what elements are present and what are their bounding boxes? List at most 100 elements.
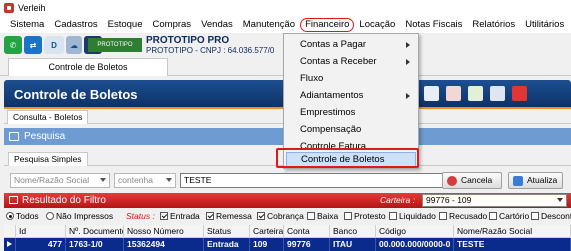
cancel-button[interactable]: Cancela <box>442 172 502 189</box>
menu-item-contas-a-receber[interactable]: Contas a Receber <box>284 53 418 70</box>
checkbox-remessa[interactable]: Remessa <box>206 211 252 221</box>
menu-item-fluxo[interactable]: Fluxo <box>284 70 418 87</box>
tab-pesquisa-simples[interactable]: Pesquisa Simples <box>8 152 88 166</box>
checkbox-baixa-label: Baixa <box>317 211 339 221</box>
checkbox-indicator <box>160 212 168 220</box>
col-status[interactable]: Status <box>204 225 250 238</box>
filter-row: Todos Não Impressos Status : Entrada Rem… <box>6 210 571 224</box>
refresh-button[interactable]: Atualiza <box>508 172 563 189</box>
checkbox-liquidado[interactable]: Liquidado <box>389 211 436 221</box>
cell-nome: TESTE <box>454 238 571 251</box>
company-info: PROTOTIPO PROTOTIPO PRO PROTOTIPO - CNPJ… <box>88 33 288 57</box>
cell-carteira: 109 <box>250 238 284 251</box>
chevron-down-icon <box>166 178 172 182</box>
radio-todos[interactable]: Todos <box>6 211 39 221</box>
cell-nosso-numero: 15362494 <box>124 238 204 251</box>
checkbox-cobranca-label: Cobrança <box>267 211 304 221</box>
menu-estoque[interactable]: Estoque <box>103 17 148 32</box>
pdf-icon[interactable] <box>446 86 461 101</box>
window-title: Verleih <box>18 3 46 13</box>
checkbox-indicator <box>344 212 352 220</box>
col-conta[interactable]: Conta <box>284 225 330 238</box>
menu-item-contas-a-pagar[interactable]: Contas a Pagar <box>284 36 418 53</box>
new-document-icon[interactable] <box>424 86 439 101</box>
menu-item-label: Adiantamentos <box>300 90 364 101</box>
checkbox-baixa[interactable]: Baixa <box>307 211 338 221</box>
checkbox-indicator <box>307 212 315 220</box>
checkbox-recusado[interactable]: Recusado <box>439 211 487 221</box>
checkbox-entrada-label: Entrada <box>170 211 200 221</box>
selection-highlight <box>276 148 419 168</box>
checkbox-protesto[interactable]: Protesto <box>344 211 386 221</box>
results-bar[interactable]: Resultado do Filtro Carteira : 99776 - 1… <box>4 193 571 208</box>
checkbox-indicator <box>439 212 447 220</box>
tab-consulta-boletos[interactable]: Consulta - Boletos <box>7 110 89 124</box>
grid-indicator-header <box>4 225 16 238</box>
checkbox-indicator <box>389 212 397 220</box>
table-row[interactable]: 477 1763-1/0 15362494 Entrada 109 99776 … <box>4 238 571 251</box>
col-carteira[interactable]: Carteira <box>250 225 284 238</box>
chevron-right-icon <box>406 59 410 65</box>
radio-nao-impressos[interactable]: Não Impressos <box>46 211 113 221</box>
app-icon <box>4 3 14 13</box>
menu-item-label: Compensação <box>300 124 362 135</box>
menu-item-adiantamentos[interactable]: Adiantamentos <box>284 87 418 104</box>
panel-icon <box>9 196 18 204</box>
tab-controle-de-boletos[interactable]: Controle de Boletos <box>8 58 168 76</box>
whatsapp-icon[interactable]: ✆ <box>4 36 22 54</box>
cancel-button-label: Cancela <box>461 175 493 185</box>
col-id[interactable]: Id <box>16 225 66 238</box>
search-icon[interactable] <box>490 86 505 101</box>
status-label: Status : <box>126 211 155 221</box>
menu-locacao[interactable]: Locação <box>354 17 400 32</box>
menu-item-emprestimos[interactable]: Emprestimos <box>284 104 418 121</box>
search-row: Nome/Razão Social contenha TESTE Cancela… <box>10 172 565 189</box>
menu-utilitarios[interactable]: Utilitários <box>520 17 569 32</box>
close-icon[interactable] <box>512 86 527 101</box>
col-codigo[interactable]: Código <box>376 225 454 238</box>
menu-manutencao[interactable]: Manutenção <box>238 17 300 32</box>
checkbox-entrada[interactable]: Entrada <box>160 211 200 221</box>
col-banco[interactable]: Banco <box>330 225 376 238</box>
checkbox-desconto[interactable]: Desconto <box>531 211 571 221</box>
menu-item-label: Emprestimos <box>300 107 356 118</box>
menu-cadastros[interactable]: Cadastros <box>49 17 102 32</box>
checkbox-remessa-label: Remessa <box>216 211 252 221</box>
operator-select[interactable]: contenha <box>114 173 176 188</box>
teamviewer-icon[interactable]: ⇄ <box>24 36 42 54</box>
panel-icon <box>9 132 19 141</box>
radio-indicator <box>6 212 14 220</box>
menu-sistema[interactable]: Sistema <box>5 17 49 32</box>
menu-vendas[interactable]: Vendas <box>196 17 238 32</box>
row-indicator <box>4 238 16 251</box>
refresh-button-label: Atualiza <box>527 175 558 185</box>
cell-codigo: 00.000.000/0000-0 <box>376 238 454 251</box>
edit-icon[interactable] <box>468 86 483 101</box>
carteira-select-value: 99776 - 109 <box>426 195 472 205</box>
dio-icon[interactable]: D <box>44 36 64 54</box>
col-documento[interactable]: Nº. Documento <box>66 225 124 238</box>
checkbox-liquidado-label: Liquidado <box>399 211 436 221</box>
col-nome[interactable]: Nome/Razão Social <box>454 225 571 238</box>
chevron-down-icon <box>100 178 106 182</box>
radio-todos-label: Todos <box>16 211 39 221</box>
search-input[interactable]: TESTE <box>180 173 446 188</box>
pesquisa-title: Pesquisa <box>24 131 66 142</box>
field-select-value: Nome/Razão Social <box>14 175 90 185</box>
cell-conta: 99776 <box>284 238 330 251</box>
menu-financeiro[interactable]: Financeiro <box>300 17 355 32</box>
carteira-select[interactable]: 99776 - 109 <box>422 194 567 207</box>
company-name: PROTOTIPO PRO <box>146 35 230 46</box>
col-nosso-numero[interactable]: Nosso Número <box>124 225 204 238</box>
boletos-grid: Id Nº. Documento Nosso Número Status Car… <box>4 224 571 251</box>
menu-notas-fiscais[interactable]: Notas Fiscais <box>400 17 467 32</box>
field-select[interactable]: Nome/Razão Social <box>10 173 110 188</box>
menu-relatorios[interactable]: Relatórios <box>467 17 520 32</box>
chevron-right-icon <box>406 42 410 48</box>
company-cnpj: PROTOTIPO - CNPJ : 64.036.577/0 <box>146 46 275 55</box>
checkbox-cobranca[interactable]: Cobrança <box>257 211 304 221</box>
cloud-icon[interactable]: ☁ <box>66 36 82 54</box>
menu-compras[interactable]: Compras <box>148 17 197 32</box>
checkbox-cartorio[interactable]: Cartório <box>489 211 529 221</box>
menu-item-compensacao[interactable]: Compensação <box>284 121 418 138</box>
